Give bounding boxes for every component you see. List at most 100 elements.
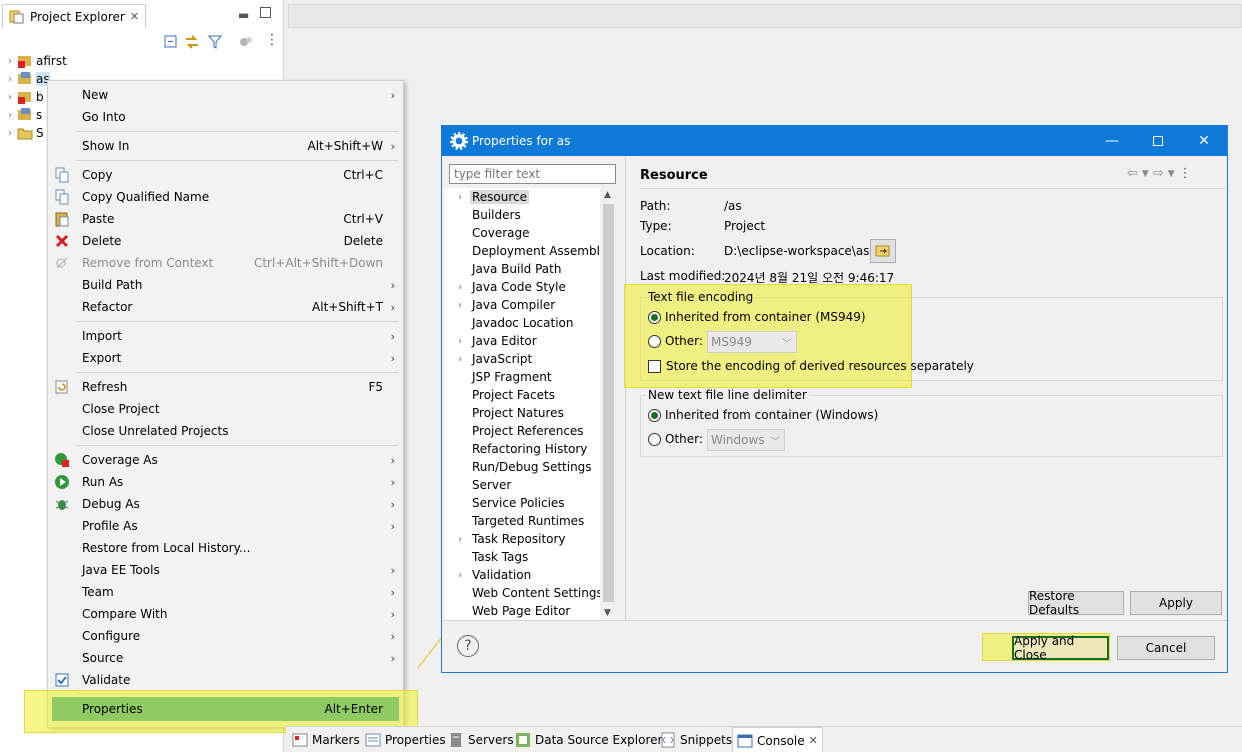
- menu-item-profile-as[interactable]: Profile As ›: [48, 515, 403, 537]
- menu-item-validate[interactable]: Validate: [48, 669, 403, 691]
- tab-console[interactable]: Console ✕: [732, 727, 823, 752]
- tree-item-label: afirst: [36, 54, 67, 68]
- chevron-down-icon[interactable]: ▼: [1142, 169, 1149, 181]
- cancel-button[interactable]: Cancel: [1117, 636, 1215, 660]
- scroll-down-icon[interactable]: ▼: [604, 608, 611, 618]
- project-icon: [18, 108, 31, 120]
- menu-item-debug-as[interactable]: Debug As ›: [48, 493, 403, 515]
- close-icon[interactable]: ✕: [130, 10, 139, 23]
- menu-item-paste[interactable]: Paste Ctrl+V: [48, 208, 403, 230]
- restore-defaults-button[interactable]: Restore Defaults: [1028, 589, 1124, 617]
- menu-item-copy-qualified-name[interactable]: Copy Qualified Name: [48, 186, 403, 208]
- menu-item-compare-with[interactable]: Compare With ›: [48, 603, 403, 625]
- link-with-editor-icon[interactable]: [184, 34, 200, 50]
- chevron-right-icon[interactable]: ›: [6, 56, 14, 67]
- menu-item-go-into[interactable]: Go Into: [48, 106, 403, 128]
- dialog-titlebar[interactable]: Properties for as — ✕: [442, 126, 1227, 156]
- chevron-right-icon[interactable]: ›: [456, 570, 464, 581]
- project-error-icon: [18, 56, 31, 68]
- title-separator: [640, 188, 1225, 189]
- tree-item-as[interactable]: › as: [6, 70, 50, 88]
- delimiter-other-radio[interactable]: Other:: [648, 432, 703, 446]
- minimize-icon[interactable]: ▬: [238, 8, 249, 22]
- menu-item-copy[interactable]: Copy Ctrl+C: [48, 164, 403, 186]
- type-label: Type:: [640, 219, 672, 233]
- menu-item-properties[interactable]: Properties Alt+Enter: [52, 697, 399, 721]
- maximize-icon[interactable]: [260, 7, 271, 18]
- tree-item-b[interactable]: › b: [6, 88, 44, 106]
- chevron-right-icon[interactable]: ›: [456, 192, 464, 203]
- apply-and-close-button[interactable]: Apply and Close: [1012, 634, 1109, 662]
- tree-item-s[interactable]: › s: [6, 106, 42, 124]
- apply-button[interactable]: Apply: [1130, 591, 1222, 615]
- chevron-right-icon[interactable]: ›: [6, 92, 14, 103]
- chevron-right-icon[interactable]: ›: [6, 110, 14, 121]
- close-icon[interactable]: ✕: [809, 734, 818, 747]
- maximize-window-icon[interactable]: [1135, 126, 1181, 156]
- back-arrow-icon[interactable]: ⇦: [1127, 166, 1138, 181]
- menu-item-export[interactable]: Export ›: [48, 347, 403, 369]
- menu-item-close-project[interactable]: Close Project: [48, 398, 403, 420]
- menu-item-label: Properties: [82, 702, 143, 716]
- menu-item-coverage-as[interactable]: Coverage As ›: [48, 449, 403, 471]
- close-window-icon[interactable]: ✕: [1181, 126, 1227, 156]
- tree-item-servers[interactable]: › S: [6, 124, 44, 142]
- minimize-window-icon[interactable]: —: [1089, 126, 1135, 156]
- chevron-right-icon[interactable]: ›: [456, 300, 464, 311]
- chevron-right-icon[interactable]: ›: [6, 128, 14, 139]
- category-label: Project Facets: [472, 388, 555, 402]
- filter-input[interactable]: [449, 164, 616, 184]
- tab-properties[interactable]: Properties: [365, 727, 446, 752]
- tree-item-afirst[interactable]: › afirst: [6, 52, 67, 70]
- category-label: Web Content Settings: [472, 586, 603, 600]
- menu-item-team[interactable]: Team ›: [48, 581, 403, 603]
- radio-icon: [648, 432, 661, 446]
- store-encoding-checkbox[interactable]: Store the encoding of derived resources …: [648, 359, 974, 373]
- filter-icon[interactable]: [207, 34, 223, 50]
- menu-item-build-path[interactable]: Build Path ›: [48, 274, 403, 296]
- menu-item-run-as[interactable]: Run As ›: [48, 471, 403, 493]
- encoding-other-radio[interactable]: Other:: [648, 334, 703, 348]
- menu-item-java-ee-tools[interactable]: Java EE Tools ›: [48, 559, 403, 581]
- dialog-title: Properties for as: [472, 134, 571, 148]
- copy-icon: [55, 167, 69, 183]
- tab-servers[interactable]: Servers: [448, 727, 514, 752]
- chevron-down-icon[interactable]: ▼: [1168, 169, 1175, 181]
- menu-item-import[interactable]: Import ›: [48, 325, 403, 347]
- view-menu-icon[interactable]: ⋮: [265, 32, 279, 48]
- category-label: Refactoring History: [472, 442, 588, 456]
- collapse-all-icon[interactable]: [163, 34, 179, 50]
- chevron-right-icon[interactable]: ›: [456, 282, 464, 293]
- scroll-up-icon[interactable]: ▲: [604, 190, 611, 200]
- menu-item-delete[interactable]: Delete Delete: [48, 230, 403, 252]
- menu-item-close-unrelated-projects[interactable]: Close Unrelated Projects: [48, 420, 403, 442]
- chevron-right-icon[interactable]: ›: [456, 354, 464, 365]
- tab-data-source-explorer[interactable]: Data Source Explorer: [515, 727, 662, 752]
- scrollbar-thumb[interactable]: [603, 204, 614, 602]
- chevron-right-icon[interactable]: ›: [456, 336, 464, 347]
- path-value: /as: [724, 199, 742, 213]
- menu-item-refresh[interactable]: Refresh F5: [48, 376, 403, 398]
- forward-arrow-icon[interactable]: ⇨: [1153, 166, 1164, 181]
- tab-markers[interactable]: Markers: [292, 727, 360, 752]
- menu-item-configure[interactable]: Configure ›: [48, 625, 403, 647]
- menu-item-show-in[interactable]: Show In Alt+Shift+W ›: [48, 135, 403, 157]
- encoding-inherited-radio[interactable]: Inherited from container (MS949): [648, 310, 866, 324]
- help-icon[interactable]: ?: [457, 635, 479, 657]
- project-explorer-tab[interactable]: Project Explorer ✕: [2, 4, 147, 28]
- chevron-right-icon[interactable]: ›: [6, 74, 14, 85]
- refresh-icon: [55, 380, 68, 394]
- menu-item-source[interactable]: Source ›: [48, 647, 403, 669]
- combo-value: MS949: [711, 335, 752, 349]
- menu-item-new[interactable]: New ›: [48, 84, 403, 106]
- tree-item-label: s: [36, 108, 43, 122]
- chevron-right-icon[interactable]: ›: [456, 534, 464, 545]
- last-modified-label: Last modified:: [640, 269, 726, 283]
- focus-task-icon[interactable]: [238, 34, 254, 50]
- tab-snippets[interactable]: Snippets: [660, 727, 732, 752]
- open-location-button[interactable]: [870, 239, 896, 263]
- menu-item-restore-local-history[interactable]: Restore from Local History...: [48, 537, 403, 559]
- delimiter-inherited-radio[interactable]: Inherited from container (Windows): [648, 408, 878, 422]
- view-menu-icon[interactable]: ⋮: [1179, 166, 1192, 181]
- menu-item-refactor[interactable]: Refactor Alt+Shift+T ›: [48, 296, 403, 318]
